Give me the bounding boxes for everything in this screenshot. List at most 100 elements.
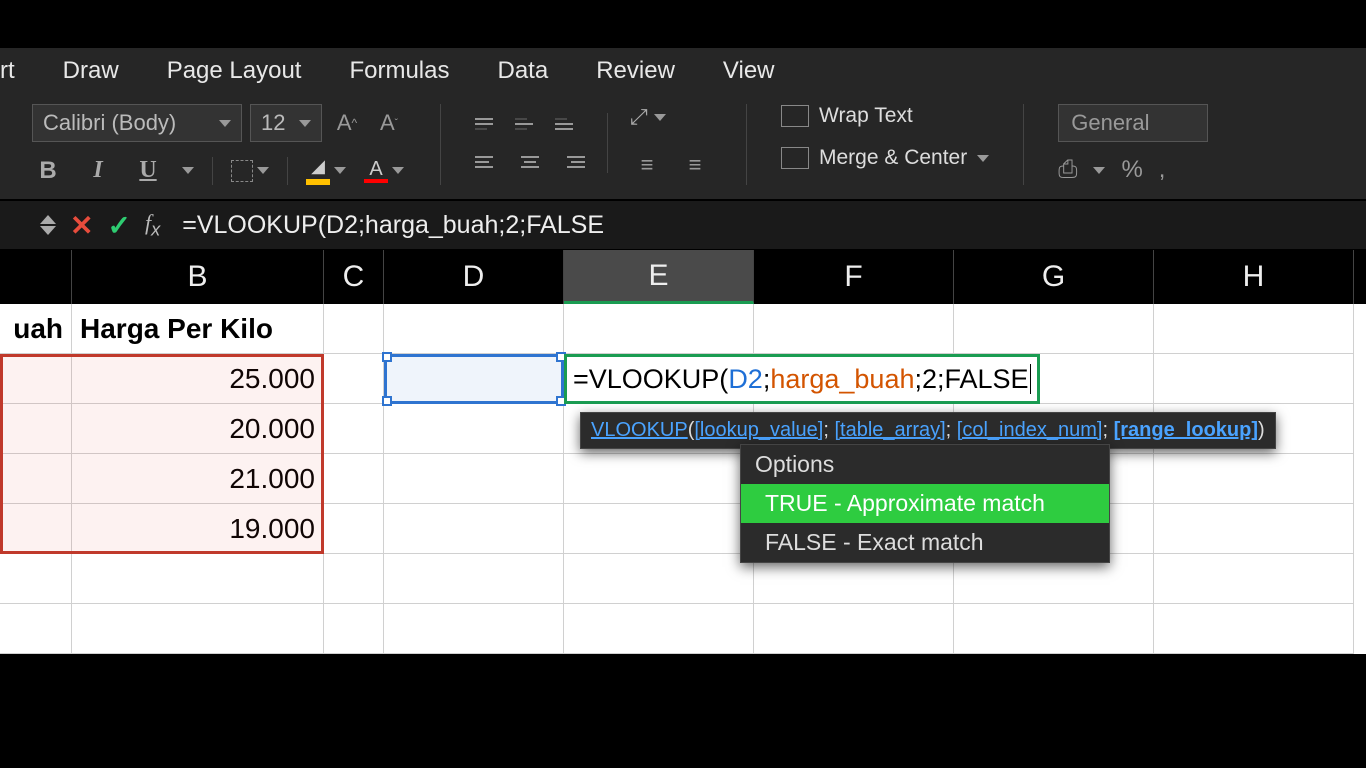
spreadsheet-grid[interactable]: uah Harga Per Kilo 25.000 20.000 21.000 [0,304,1366,654]
cell-d3[interactable] [384,404,564,454]
column-header-g[interactable]: G [954,250,1154,304]
font-color-button[interactable]: A [364,159,404,183]
font-size-select[interactable]: 12 [250,104,322,142]
font-family-select[interactable]: Calibri (Body) [32,104,242,142]
cell-d4[interactable] [384,454,564,504]
cell-g7[interactable] [954,604,1154,654]
formula-input[interactable]: =VLOOKUP(D2;harga_buah;2;FALSE [182,211,604,240]
column-header-f[interactable]: F [754,250,954,304]
cell-f7[interactable] [754,604,954,654]
cell-b4[interactable]: 21.000 [72,454,324,504]
cell-d1[interactable] [384,304,564,354]
cell-h7[interactable] [1154,604,1354,654]
cell-b2[interactable]: 25.000 [72,354,324,404]
column-header-b[interactable]: B [72,250,324,304]
cell-a1[interactable]: uah [0,304,72,354]
column-header-d[interactable]: D [384,250,564,304]
cell-a7[interactable] [0,604,72,654]
number-format-select[interactable]: General [1058,104,1208,142]
align-center-button[interactable] [515,147,545,177]
name-box-spinner[interactable] [40,215,56,235]
ribbon-tab-review[interactable]: Review [572,57,699,85]
ribbon-tab-formulas[interactable]: Formulas [325,57,473,85]
cancel-formula-button[interactable]: ✕ [70,209,93,242]
percent-button[interactable]: % [1121,156,1142,184]
cell-h5[interactable] [1154,504,1354,554]
cell-e1[interactable] [564,304,754,354]
cell-c4[interactable] [324,454,384,504]
cell-c7[interactable] [324,604,384,654]
column-header-e[interactable]: E [564,250,754,304]
ribbon-tab-view[interactable]: View [699,57,799,85]
column-header-h[interactable]: H [1154,250,1354,304]
option-true[interactable]: TRUE - Approximate match [741,484,1109,523]
cell-f1[interactable] [754,304,954,354]
cell-h2[interactable] [1154,354,1354,404]
increase-font-button[interactable]: A^ [330,106,364,140]
tooltip-arg-link[interactable]: [lookup_value] [694,419,823,441]
comma-button[interactable]: , [1159,156,1166,184]
align-top-button[interactable] [475,109,505,139]
option-false[interactable]: FALSE - Exact match [741,523,1109,562]
cell-e5[interactable] [564,504,754,554]
cell-h4[interactable] [1154,454,1354,504]
fill-color-button[interactable]: ◢ [306,156,346,185]
selection-handle[interactable] [382,396,392,406]
wrap-text-button[interactable]: Wrap Text [781,104,989,128]
cell-a3[interactable] [0,404,72,454]
cell-c6[interactable] [324,554,384,604]
align-left-button[interactable] [475,147,505,177]
active-cell-editor[interactable]: =VLOOKUP(D2;harga_buah;2;FALSE [564,354,1040,404]
align-right-button[interactable] [555,147,585,177]
cell-b5[interactable]: 19.000 [72,504,324,554]
cell-b1[interactable]: Harga Per Kilo [72,304,324,354]
selection-handle[interactable] [382,352,392,362]
ribbon-tab-partial[interactable]: rt [0,57,39,85]
cell-h6[interactable] [1154,554,1354,604]
column-header-c[interactable]: C [324,250,384,304]
fx-icon[interactable]: fx [145,210,160,240]
currency-button[interactable]: ⎙ [1058,156,1077,184]
cell-h1[interactable] [1154,304,1354,354]
cell-g1[interactable] [954,304,1154,354]
decrease-indent-button[interactable]: ≡ [630,148,664,182]
cell-b6[interactable] [72,554,324,604]
increase-indent-button[interactable]: ≡ [678,148,712,182]
cell-d6[interactable] [384,554,564,604]
italic-button[interactable]: I [82,157,114,184]
ribbon-tab-draw[interactable]: Draw [39,57,143,85]
decrease-font-button[interactable]: Aˇ [372,106,406,140]
cell-d5[interactable] [384,504,564,554]
cell-a6[interactable] [0,554,72,604]
cell-c1[interactable] [324,304,384,354]
cell-d7[interactable] [384,604,564,654]
merge-center-button[interactable]: Merge & Center [781,146,989,170]
borders-button[interactable] [231,160,269,182]
cell-b7[interactable] [72,604,324,654]
tooltip-arg-link[interactable]: [col_index_num] [957,419,1103,441]
cell-a4[interactable] [0,454,72,504]
confirm-formula-button[interactable]: ✓ [107,209,130,242]
tooltip-arg-link[interactable]: [table_array] [834,419,945,441]
bold-button[interactable]: B [32,157,64,185]
tooltip-arg-link-active[interactable]: [range_lookup] [1114,419,1258,441]
ribbon-tab-data[interactable]: Data [474,57,573,85]
font-size-value: 12 [261,110,285,136]
underline-button[interactable]: U [132,157,164,184]
cell-c3[interactable] [324,404,384,454]
cell-c2[interactable] [324,354,384,404]
cell-c5[interactable] [324,504,384,554]
cell-a2[interactable] [0,354,72,404]
align-bottom-button[interactable] [555,109,585,139]
cell-a5[interactable] [0,504,72,554]
cell-e4[interactable] [564,454,754,504]
orientation-button[interactable]: ⤢ [630,104,712,130]
column-header-a-partial[interactable] [0,250,72,304]
cell-e6[interactable] [564,554,754,604]
cell-b3[interactable]: 20.000 [72,404,324,454]
cell-e7[interactable] [564,604,754,654]
tooltip-fn-link[interactable]: VLOOKUP [591,419,688,441]
ribbon-tab-page-layout[interactable]: Page Layout [143,57,326,85]
align-middle-button[interactable] [515,109,545,139]
ribbon-tabs: rt Draw Page Layout Formulas Data Review… [0,48,1366,94]
